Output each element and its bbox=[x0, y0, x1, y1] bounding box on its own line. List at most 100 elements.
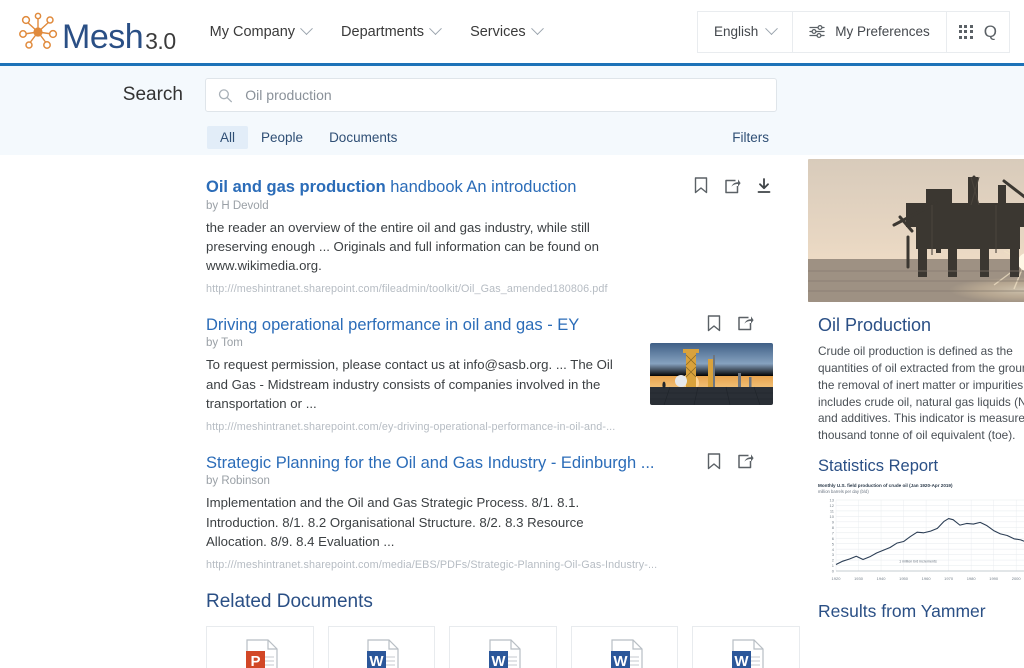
svg-text:6: 6 bbox=[832, 536, 835, 541]
svg-text:Monthly U.S. field production: Monthly U.S. field production of crude o… bbox=[818, 483, 953, 488]
powerpoint-file-icon: P bbox=[234, 637, 286, 668]
network-molecule-icon bbox=[16, 12, 60, 52]
word-file-icon: W bbox=[355, 637, 407, 668]
search-result-item: Driving operational performance in oil a… bbox=[206, 315, 781, 433]
search-row: Search bbox=[0, 78, 1024, 112]
filters-button[interactable]: Filters bbox=[732, 130, 779, 145]
nav-label: My Company bbox=[210, 24, 295, 40]
search-results-column: Oil and gas production handbook An intro… bbox=[0, 155, 800, 668]
svg-text:W: W bbox=[613, 653, 628, 668]
brand-name: Mesh bbox=[62, 20, 143, 54]
main-navigation: My Company Departments Services bbox=[210, 24, 542, 40]
offshore-oil-platform-hero-image bbox=[808, 159, 1024, 302]
result-snippet: the reader an overview of the entire oil… bbox=[206, 218, 626, 276]
language-selector[interactable]: English bbox=[697, 11, 792, 53]
bookmark-icon[interactable] bbox=[694, 177, 708, 194]
tab-people[interactable]: People bbox=[248, 126, 316, 149]
svg-text:1940: 1940 bbox=[877, 576, 887, 581]
search-tabs: All People Documents Filters bbox=[0, 126, 779, 149]
document-card[interactable]: W Data sheet Statistics....docx bbox=[328, 626, 436, 668]
app-launcher-button[interactable]: Q bbox=[946, 11, 1010, 53]
result-url: http:///meshintranet.sharepoint.com/ey-d… bbox=[206, 421, 781, 433]
svg-text:1 million b/d increments: 1 million b/d increments bbox=[899, 559, 937, 563]
bookmark-icon[interactable] bbox=[707, 453, 721, 470]
result-title[interactable]: Driving operational performance in oil a… bbox=[206, 315, 676, 336]
svg-text:4: 4 bbox=[832, 547, 835, 552]
quick-links-label: Q bbox=[984, 22, 997, 42]
svg-text:1930: 1930 bbox=[854, 576, 864, 581]
word-file-icon: W bbox=[720, 637, 772, 668]
svg-text:8: 8 bbox=[832, 525, 835, 530]
svg-text:1920: 1920 bbox=[832, 576, 842, 581]
word-file-icon: W bbox=[599, 637, 651, 668]
nav-item-my-company[interactable]: My Company bbox=[210, 24, 311, 40]
yammer-results-title: Results from Yammer bbox=[818, 601, 1024, 622]
sidebar-topic-body: Crude oil production is defined as the q… bbox=[818, 343, 1024, 444]
svg-text:0: 0 bbox=[832, 569, 835, 574]
nav-item-departments[interactable]: Departments bbox=[341, 24, 440, 40]
nav-item-services[interactable]: Services bbox=[470, 24, 542, 40]
search-result-item: Strategic Planning for the Oil and Gas I… bbox=[206, 453, 781, 571]
brand-logo[interactable]: Mesh 3.0 bbox=[16, 12, 176, 52]
share-icon[interactable] bbox=[737, 315, 754, 331]
related-documents-list: P Organization Anual Report...pptx W Dat… bbox=[206, 626, 800, 668]
site-header: Mesh 3.0 My Company Departments Services… bbox=[0, 0, 1024, 66]
document-card[interactable]: W Energy Statistics Report 2019.docx bbox=[571, 626, 679, 668]
search-input[interactable] bbox=[243, 86, 764, 104]
chevron-down-icon bbox=[300, 22, 313, 35]
svg-text:7: 7 bbox=[832, 531, 835, 536]
result-url: http:///meshintranet.sharepoint.com/medi… bbox=[206, 559, 781, 571]
svg-text:11: 11 bbox=[830, 509, 835, 514]
share-icon[interactable] bbox=[737, 453, 754, 469]
document-card[interactable]: W Energy Statistics Report 2019.docx bbox=[449, 626, 557, 668]
result-actions bbox=[707, 453, 754, 470]
statistics-report-title: Statistics Report bbox=[818, 457, 1024, 476]
nav-label: Services bbox=[470, 24, 526, 40]
result-snippet: To request permission, please contact us… bbox=[206, 355, 626, 413]
result-author: by Robinson bbox=[206, 475, 781, 487]
preferences-label: My Preferences bbox=[835, 24, 930, 39]
svg-text:million barrels per day (b/d): million barrels per day (b/d) bbox=[818, 489, 869, 494]
search-icon bbox=[218, 88, 232, 103]
svg-text:9: 9 bbox=[832, 520, 835, 525]
svg-text:W: W bbox=[491, 653, 506, 668]
result-author: by H Devold bbox=[206, 200, 781, 212]
tab-documents[interactable]: Documents bbox=[316, 126, 410, 149]
svg-text:W: W bbox=[735, 653, 750, 668]
document-card[interactable]: P Organization Anual Report...pptx bbox=[206, 626, 314, 668]
oil-drilling-rig-thumbnail-image bbox=[650, 343, 773, 405]
svg-text:1: 1 bbox=[832, 563, 835, 568]
bookmark-icon[interactable] bbox=[707, 315, 721, 332]
my-preferences-button[interactable]: My Preferences bbox=[792, 11, 946, 53]
svg-text:1950: 1950 bbox=[899, 576, 909, 581]
svg-text:1960: 1960 bbox=[922, 576, 932, 581]
result-title-highlight: Oil and gas production bbox=[206, 178, 386, 196]
svg-text:2000: 2000 bbox=[1012, 576, 1022, 581]
svg-text:3: 3 bbox=[832, 552, 835, 557]
tab-all[interactable]: All bbox=[207, 126, 248, 149]
result-actions bbox=[707, 315, 754, 332]
search-box[interactable] bbox=[205, 78, 777, 112]
svg-text:1990: 1990 bbox=[989, 576, 999, 581]
svg-text:13: 13 bbox=[830, 498, 835, 503]
document-card[interactable]: W Energy Statistics Report 2019.docx bbox=[692, 626, 800, 668]
download-icon[interactable] bbox=[757, 178, 771, 194]
brand-version: 3.0 bbox=[145, 30, 175, 53]
chevron-down-icon bbox=[765, 22, 778, 35]
related-documents-heading: Related Documents bbox=[206, 591, 800, 613]
result-url: http:///meshintranet.sharepoint.com/file… bbox=[206, 283, 781, 295]
word-file-icon: W bbox=[477, 637, 529, 668]
result-thumbnail[interactable] bbox=[650, 343, 773, 405]
search-heading: Search bbox=[0, 84, 205, 106]
search-result-item: Oil and gas production handbook An intro… bbox=[206, 177, 781, 295]
content-area: Oil and gas production handbook An intro… bbox=[0, 155, 1024, 668]
result-title[interactable]: Strategic Planning for the Oil and Gas I… bbox=[206, 453, 676, 474]
svg-text:W: W bbox=[370, 653, 385, 668]
statistics-chart: Monthly U.S. field production of crude o… bbox=[818, 480, 1024, 588]
svg-text:12: 12 bbox=[830, 503, 835, 508]
svg-text:10: 10 bbox=[830, 514, 835, 519]
share-icon[interactable] bbox=[724, 178, 741, 194]
result-title[interactable]: Oil and gas production handbook An intro… bbox=[206, 177, 676, 198]
right-sidebar: Oil Production Crude oil production is d… bbox=[800, 155, 1024, 668]
result-title-rest: handbook An introduction bbox=[386, 178, 577, 196]
